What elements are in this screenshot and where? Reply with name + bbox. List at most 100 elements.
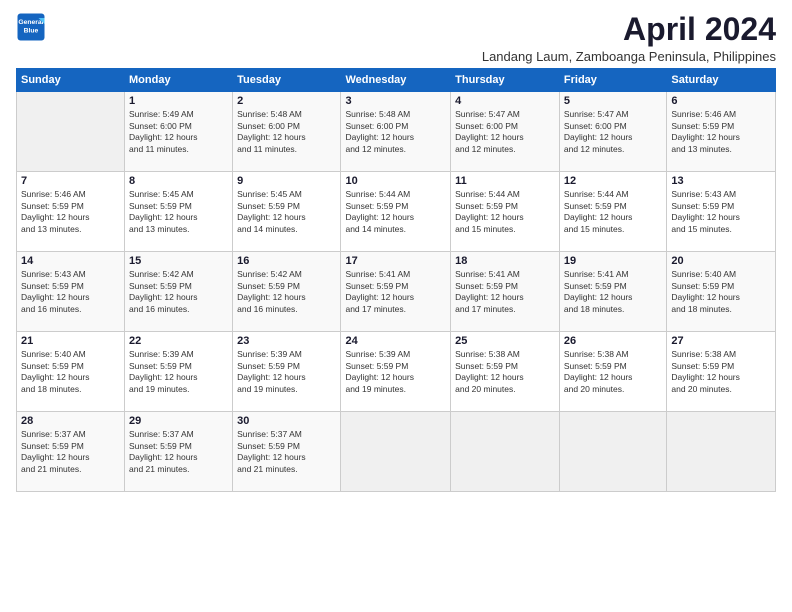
- calendar-cell: [451, 412, 560, 492]
- calendar-cell: 14 Sunrise: 5:43 AMSunset: 5:59 PMDayligh…: [17, 252, 125, 332]
- day-number: 12: [564, 175, 662, 187]
- calendar-week-1: 1Sunrise: 5:49 AMSunset: 6:00 PMDaylight…: [17, 92, 776, 172]
- day-number: 22: [129, 335, 228, 347]
- header: General Blue April 2024 Landang Laum, Za…: [16, 12, 776, 64]
- calendar-cell: 22Sunrise: 5:39 AMSunset: 5:59 PMDayligh…: [125, 332, 233, 412]
- calendar-cell: 25Sunrise: 5:38 AMSunset: 5:59 PMDayligh…: [451, 332, 560, 412]
- calendar-cell: 4Sunrise: 5:47 AMSunset: 6:00 PMDaylight…: [451, 92, 560, 172]
- calendar-cell: 11Sunrise: 5:44 AMSunset: 5:59 PMDayligh…: [451, 172, 560, 252]
- calendar-body: 1Sunrise: 5:49 AMSunset: 6:00 PMDaylight…: [17, 92, 776, 492]
- calendar-cell: 20 Sunrise: 5:40 AMSunset: 5:59 PMDayligh…: [667, 252, 776, 332]
- location-title: Landang Laum, Zamboanga Peninsula, Phili…: [482, 49, 776, 64]
- calendar-cell: 5 Sunrise: 5:47 AMSunset: 6:00 PMDaylight…: [559, 92, 666, 172]
- day-number: 26: [564, 335, 662, 347]
- calendar-cell: 23 Sunrise: 5:39 AMSunset: 5:59 PMDayligh…: [233, 332, 341, 412]
- day-info: Sunrise: 5:46 AMSunset: 5:59 PMDaylight:…: [21, 189, 120, 235]
- col-friday: Friday: [559, 69, 666, 92]
- day-info: Sunrise: 5:37 AMSunset: 5:59 PMDaylight:…: [129, 429, 228, 475]
- day-info: Sunrise: 5:40 AMSunset: 5:59 PMDaylight:…: [21, 349, 120, 395]
- col-wednesday: Wednesday: [341, 69, 451, 92]
- calendar-cell: 2Sunrise: 5:48 AMSunset: 6:00 PMDaylight…: [233, 92, 341, 172]
- day-info: Sunrise: 5:45 AMSunset: 5:59 PMDaylight:…: [237, 189, 336, 235]
- day-number: 29: [129, 415, 228, 427]
- calendar-cell: 12Sunrise: 5:44 AMSunset: 5:59 PMDayligh…: [559, 172, 666, 252]
- day-number: 14: [21, 255, 120, 267]
- calendar-cell: 3 Sunrise: 5:48 AMSunset: 6:00 PMDaylight…: [341, 92, 451, 172]
- day-number: 24: [345, 335, 446, 347]
- day-info: Sunrise: 5:43 AMSunset: 5:59 PMDaylight:…: [671, 189, 771, 235]
- day-number: 25: [455, 335, 555, 347]
- day-info: Sunrise: 5:41 AMSunset: 5:59 PMDaylight:…: [455, 269, 555, 315]
- calendar-cell: 26 Sunrise: 5:38 AMSunset: 5:59 PMDayligh…: [559, 332, 666, 412]
- logo-icon: General Blue: [16, 12, 46, 42]
- day-number: 23: [237, 335, 336, 347]
- day-info: Sunrise: 5:40 AMSunset: 5:59 PMDaylight:…: [671, 269, 771, 315]
- col-tuesday: Tuesday: [233, 69, 341, 92]
- calendar-week-3: 14 Sunrise: 5:43 AMSunset: 5:59 PMDayligh…: [17, 252, 776, 332]
- calendar-week-4: 21Sunrise: 5:40 AMSunset: 5:59 PMDayligh…: [17, 332, 776, 412]
- day-info: Sunrise: 5:49 AMSunset: 6:00 PMDaylight:…: [129, 109, 228, 155]
- day-info: Sunrise: 5:42 AMSunset: 5:59 PMDaylight:…: [129, 269, 228, 315]
- day-info: Sunrise: 5:46 AMSunset: 5:59 PMDaylight:…: [671, 109, 771, 155]
- day-info: Sunrise: 5:48 AMSunset: 6:00 PMDaylight:…: [345, 109, 446, 155]
- col-sunday: Sunday: [17, 69, 125, 92]
- page: General Blue April 2024 Landang Laum, Za…: [0, 0, 792, 612]
- day-number: 27: [671, 335, 771, 347]
- day-number: 8: [129, 175, 228, 187]
- calendar-week-2: 7 Sunrise: 5:46 AMSunset: 5:59 PMDaylight…: [17, 172, 776, 252]
- day-number: 6: [671, 95, 771, 107]
- title-section: April 2024 Landang Laum, Zamboanga Penin…: [482, 12, 776, 64]
- header-row: Sunday Monday Tuesday Wednesday Thursday…: [17, 69, 776, 92]
- day-number: 19: [564, 255, 662, 267]
- calendar-cell: 18 Sunrise: 5:41 AMSunset: 5:59 PMDayligh…: [451, 252, 560, 332]
- logo: General Blue: [16, 12, 46, 42]
- calendar-week-5: 28 Sunrise: 5:37 AMSunset: 5:59 PMDayligh…: [17, 412, 776, 492]
- svg-text:General: General: [18, 19, 43, 26]
- calendar-cell: [341, 412, 451, 492]
- calendar-cell: 9Sunrise: 5:45 AMSunset: 5:59 PMDaylight…: [233, 172, 341, 252]
- day-number: 13: [671, 175, 771, 187]
- day-info: Sunrise: 5:45 AMSunset: 5:59 PMDaylight:…: [129, 189, 228, 235]
- day-number: 7: [21, 175, 120, 187]
- calendar-cell: 30Sunrise: 5:37 AMSunset: 5:59 PMDayligh…: [233, 412, 341, 492]
- month-title: April 2024: [482, 12, 776, 47]
- day-number: 20: [671, 255, 771, 267]
- calendar-cell: 1Sunrise: 5:49 AMSunset: 6:00 PMDaylight…: [125, 92, 233, 172]
- day-info: Sunrise: 5:44 AMSunset: 5:59 PMDaylight:…: [455, 189, 555, 235]
- day-info: Sunrise: 5:41 AMSunset: 5:59 PMDaylight:…: [564, 269, 662, 315]
- day-info: Sunrise: 5:47 AMSunset: 6:00 PMDaylight:…: [564, 109, 662, 155]
- day-info: Sunrise: 5:39 AMSunset: 5:59 PMDaylight:…: [237, 349, 336, 395]
- calendar-cell: 27Sunrise: 5:38 AMSunset: 5:59 PMDayligh…: [667, 332, 776, 412]
- calendar-cell: [667, 412, 776, 492]
- day-number: 28: [21, 415, 120, 427]
- calendar-cell: 28Sunrise: 5:37 AMSunset: 5:59 PMDayligh…: [17, 412, 125, 492]
- calendar-cell: 21Sunrise: 5:40 AMSunset: 5:59 PMDayligh…: [17, 332, 125, 412]
- day-number: 2: [237, 95, 336, 107]
- calendar-cell: [17, 92, 125, 172]
- calendar-cell: 29 Sunrise: 5:37 AMSunset: 5:59 PMDayligh…: [125, 412, 233, 492]
- calendar-cell: 16Sunrise: 5:42 AMSunset: 5:59 PMDayligh…: [233, 252, 341, 332]
- day-number: 18: [455, 255, 555, 267]
- calendar-cell: 13 Sunrise: 5:43 AMSunset: 5:59 PMDayligh…: [667, 172, 776, 252]
- day-number: 5: [564, 95, 662, 107]
- col-monday: Monday: [125, 69, 233, 92]
- day-info: Sunrise: 5:38 AMSunset: 5:59 PMDaylight:…: [564, 349, 662, 395]
- calendar-cell: [559, 412, 666, 492]
- calendar-cell: 10 Sunrise: 5:44 AMSunset: 5:59 PMDayligh…: [341, 172, 451, 252]
- calendar-cell: 7 Sunrise: 5:46 AMSunset: 5:59 PMDaylight…: [17, 172, 125, 252]
- day-number: 3: [345, 95, 446, 107]
- day-number: 30: [237, 415, 336, 427]
- calendar-cell: 15 Sunrise: 5:42 AMSunset: 5:59 PMDayligh…: [125, 252, 233, 332]
- calendar-cell: 6 Sunrise: 5:46 AMSunset: 5:59 PMDaylight…: [667, 92, 776, 172]
- day-number: 4: [455, 95, 555, 107]
- day-number: 16: [237, 255, 336, 267]
- col-thursday: Thursday: [451, 69, 560, 92]
- day-number: 10: [345, 175, 446, 187]
- calendar-cell: 24 Sunrise: 5:39 AMSunset: 5:59 PMDayligh…: [341, 332, 451, 412]
- day-number: 15: [129, 255, 228, 267]
- day-info: Sunrise: 5:44 AMSunset: 5:59 PMDaylight:…: [345, 189, 446, 235]
- svg-text:Blue: Blue: [24, 27, 39, 34]
- day-info: Sunrise: 5:39 AMSunset: 5:59 PMDaylight:…: [345, 349, 446, 395]
- day-info: Sunrise: 5:43 AMSunset: 5:59 PMDaylight:…: [21, 269, 120, 315]
- calendar-header: Sunday Monday Tuesday Wednesday Thursday…: [17, 69, 776, 92]
